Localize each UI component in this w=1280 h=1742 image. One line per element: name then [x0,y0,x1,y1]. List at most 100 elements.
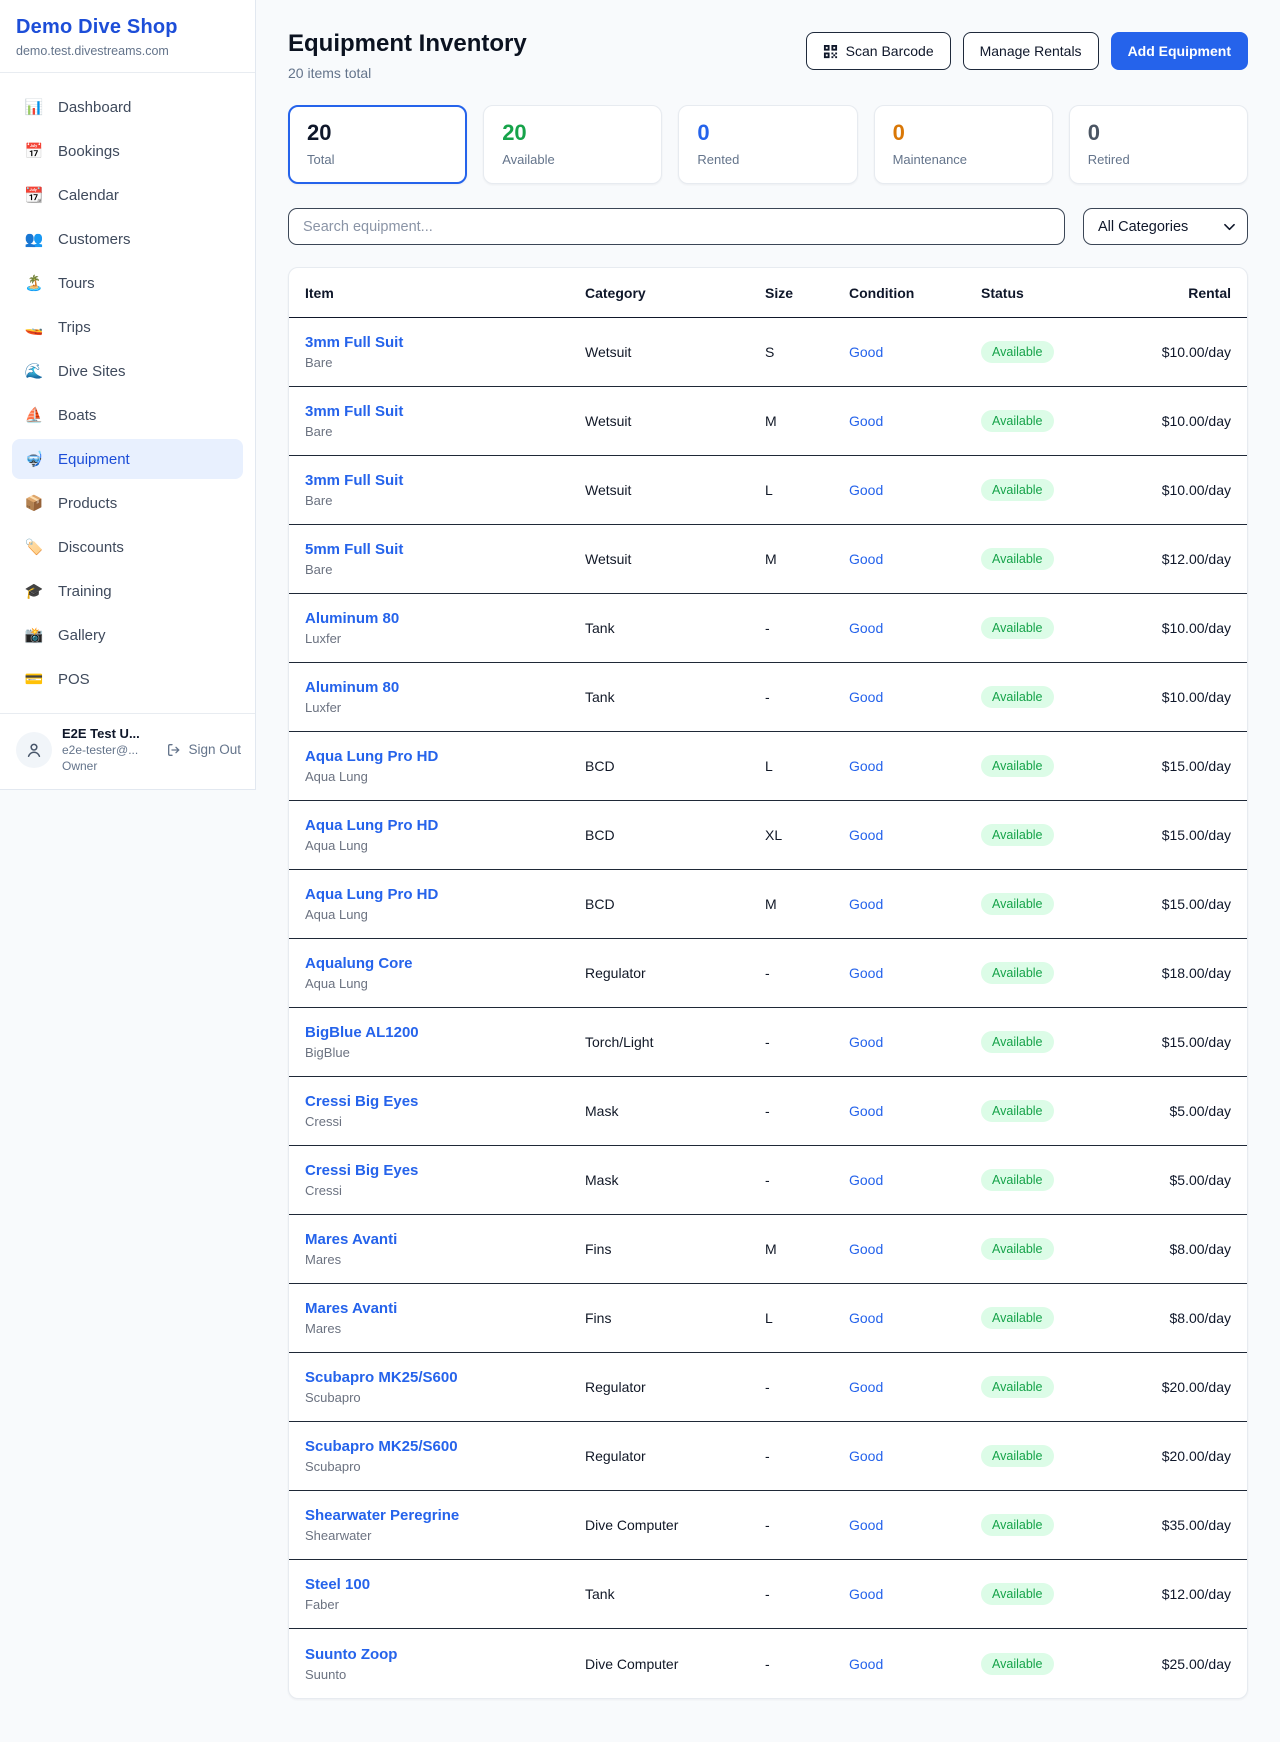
table-row[interactable]: Aqua Lung Pro HD Aqua Lung BCD L Good Av… [289,732,1247,801]
table-row[interactable]: Aqualung Core Aqua Lung Regulator - Good… [289,939,1247,1008]
table-row[interactable]: 5mm Full Suit Bare Wetsuit M Good Availa… [289,525,1247,594]
sidebar-item[interactable]: 📊 Dashboard [12,87,243,127]
item-brand: Bare [305,424,585,439]
table-row[interactable]: Scubapro MK25/S600 Scubapro Regulator - … [289,1422,1247,1491]
item-rental: $15.00/day [1153,896,1231,912]
table-row[interactable]: Scubapro MK25/S600 Scubapro Regulator - … [289,1353,1247,1422]
item-name-link[interactable]: 3mm Full Suit [305,472,585,489]
sidebar-item[interactable]: 🤿 Equipment [12,439,243,479]
stat-card[interactable]: 20 Total [288,105,467,184]
item-name-link[interactable]: Suunto Zoop [305,1646,585,1663]
stat-label: Rented [697,152,838,167]
table-row[interactable]: Cressi Big Eyes Cressi Mask - Good Avail… [289,1077,1247,1146]
item-name-link[interactable]: Aluminum 80 [305,679,585,696]
item-name-link[interactable]: Aqua Lung Pro HD [305,886,585,903]
sidebar-item[interactable]: 🌊 Dive Sites [12,351,243,391]
item-name-link[interactable]: Aqua Lung Pro HD [305,748,585,765]
table-row[interactable]: Cressi Big Eyes Cressi Mask - Good Avail… [289,1146,1247,1215]
item-category: Wetsuit [585,344,765,360]
item-cell: Aqua Lung Pro HD Aqua Lung [305,748,585,784]
table-row[interactable]: Aqua Lung Pro HD Aqua Lung BCD XL Good A… [289,801,1247,870]
header-actions: Scan Barcode Manage Rentals Add Equipmen… [806,32,1248,70]
item-name-link[interactable]: Cressi Big Eyes [305,1162,585,1179]
sign-out-button[interactable]: Sign Out [166,742,241,758]
chevron-down-icon [1224,223,1235,231]
scan-barcode-button[interactable]: Scan Barcode [806,32,951,70]
item-name-link[interactable]: Mares Avanti [305,1231,585,1248]
table-row[interactable]: 3mm Full Suit Bare Wetsuit S Good Availa… [289,318,1247,387]
item-condition: Good [849,1172,981,1188]
stat-card[interactable]: 0 Retired [1069,105,1248,184]
table-row[interactable]: Aqua Lung Pro HD Aqua Lung BCD M Good Av… [289,870,1247,939]
item-name-link[interactable]: Aluminum 80 [305,610,585,627]
sidebar-item[interactable]: 📸 Gallery [12,615,243,655]
item-size: - [765,1172,849,1188]
item-name-link[interactable]: Scubapro MK25/S600 [305,1369,585,1386]
item-name-link[interactable]: Aqualung Core [305,955,585,972]
item-name-link[interactable]: Aqua Lung Pro HD [305,817,585,834]
sidebar-item[interactable]: 🎓 Training [12,571,243,611]
table-row[interactable]: Aluminum 80 Luxfer Tank - Good Available… [289,663,1247,732]
item-size: - [765,1034,849,1050]
stat-card[interactable]: 0 Maintenance [874,105,1053,184]
item-name-link[interactable]: 5mm Full Suit [305,541,585,558]
table-row[interactable]: Mares Avanti Mares Fins L Good Available… [289,1284,1247,1353]
sidebar-item[interactable]: 🚤 Trips [12,307,243,347]
search-input[interactable] [288,208,1065,245]
sidebar-item-icon: 💳 [24,670,44,688]
item-category: Fins [585,1241,765,1257]
sidebar-item[interactable]: 📆 Calendar [12,175,243,215]
manage-rentals-button[interactable]: Manage Rentals [963,32,1099,70]
item-condition: Good [849,758,981,774]
sidebar-item-icon: 📦 [24,494,44,512]
sidebar-item[interactable]: 👥 Customers [12,219,243,259]
stat-card[interactable]: 0 Rented [678,105,857,184]
item-name-link[interactable]: Cressi Big Eyes [305,1093,585,1110]
table-row[interactable]: 3mm Full Suit Bare Wetsuit M Good Availa… [289,387,1247,456]
status-cell: Available [981,1653,1153,1675]
item-name-link[interactable]: BigBlue AL1200 [305,1024,585,1041]
item-brand: Aqua Lung [305,907,585,922]
table-row[interactable]: Steel 100 Faber Tank - Good Available $1… [289,1560,1247,1629]
sidebar-item[interactable]: 🏝️ Tours [12,263,243,303]
sidebar-item[interactable]: ⛵ Boats [12,395,243,435]
item-category: Mask [585,1103,765,1119]
item-name-link[interactable]: Shearwater Peregrine [305,1507,585,1524]
sidebar-item-label: Discounts [58,539,124,556]
category-filter-select[interactable]: All Categories [1083,208,1248,245]
item-size: - [765,965,849,981]
status-cell: Available [981,1307,1153,1329]
barcode-icon [823,44,838,59]
item-cell: Steel 100 Faber [305,1576,585,1612]
sign-out-label: Sign Out [188,742,241,757]
sidebar-item-label: Equipment [58,451,130,468]
table-row[interactable]: BigBlue AL1200 BigBlue Torch/Light - Goo… [289,1008,1247,1077]
item-name-link[interactable]: 3mm Full Suit [305,403,585,420]
stat-card[interactable]: 20 Available [483,105,662,184]
item-condition: Good [849,896,981,912]
table-row[interactable]: Shearwater Peregrine Shearwater Dive Com… [289,1491,1247,1560]
item-brand: Faber [305,1597,585,1612]
item-name-link[interactable]: Scubapro MK25/S600 [305,1438,585,1455]
sidebar-item[interactable]: 📅 Bookings [12,131,243,171]
status-cell: Available [981,755,1153,777]
item-rental: $20.00/day [1153,1448,1231,1464]
item-name-link[interactable]: Steel 100 [305,1576,585,1593]
item-name-link[interactable]: Mares Avanti [305,1300,585,1317]
stat-label: Retired [1088,152,1229,167]
sidebar-item-label: Gallery [58,627,106,644]
item-name-link[interactable]: 3mm Full Suit [305,334,585,351]
table-row[interactable]: Suunto Zoop Suunto Dive Computer - Good … [289,1629,1247,1698]
table-row[interactable]: Mares Avanti Mares Fins M Good Available… [289,1215,1247,1284]
status-badge: Available [981,617,1054,639]
table-row[interactable]: Aluminum 80 Luxfer Tank - Good Available… [289,594,1247,663]
items-total: 20 items total [288,65,527,81]
add-equipment-button[interactable]: Add Equipment [1111,32,1248,70]
table-row[interactable]: 3mm Full Suit Bare Wetsuit L Good Availa… [289,456,1247,525]
sidebar-item[interactable]: 💳 POS [12,659,243,699]
status-cell: Available [981,1583,1153,1605]
status-badge: Available [981,755,1054,777]
status-badge: Available [981,1238,1054,1260]
sidebar-item[interactable]: 🏷️ Discounts [12,527,243,567]
sidebar-item[interactable]: 📦 Products [12,483,243,523]
